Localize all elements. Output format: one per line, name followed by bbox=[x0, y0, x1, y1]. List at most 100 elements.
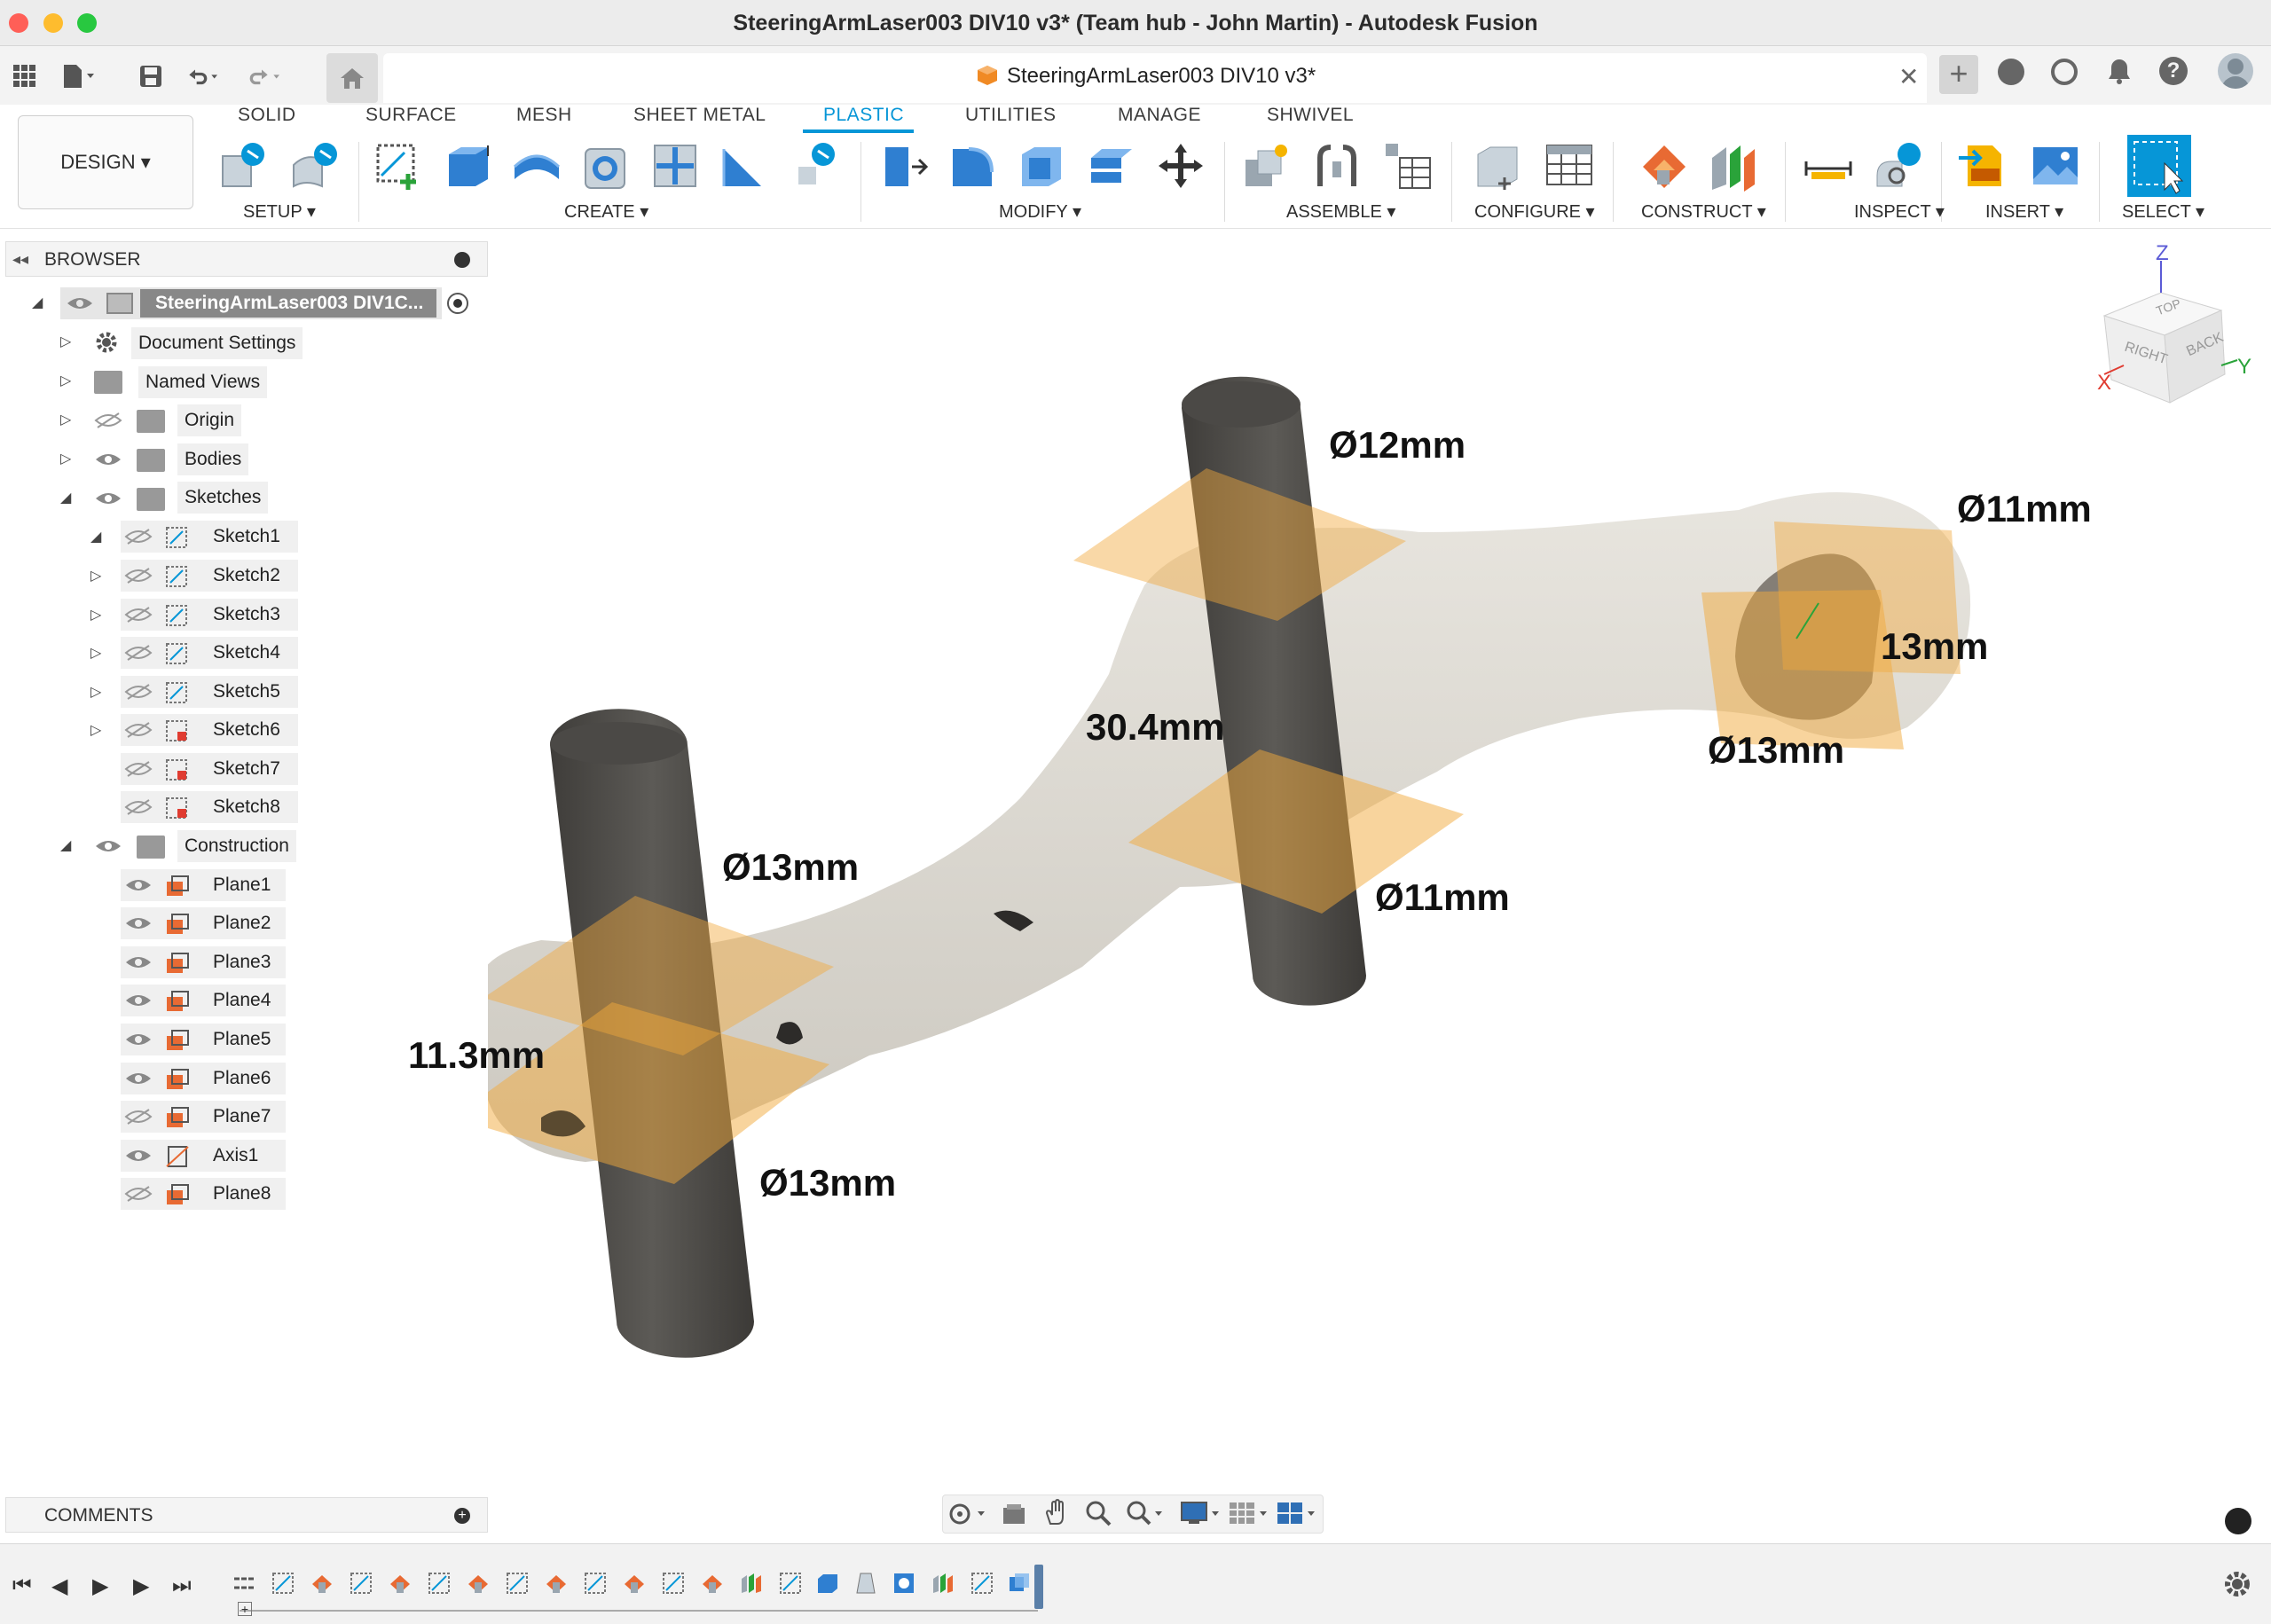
browser-item-document-settings[interactable]: Document Settings bbox=[131, 327, 303, 359]
display-settings-icon[interactable] bbox=[1180, 1499, 1224, 1527]
canvas-image-icon[interactable] bbox=[2030, 140, 2081, 192]
expand-triangle-icon[interactable]: ▷ bbox=[60, 333, 78, 351]
rule-setup-icon[interactable] bbox=[288, 140, 340, 192]
browser-item-plane4[interactable]: Plane4 bbox=[121, 985, 286, 1016]
timeline-midplane-icon[interactable] bbox=[740, 1572, 763, 1595]
timeline-plane-icon[interactable] bbox=[701, 1572, 724, 1595]
go-to-start-icon[interactable]: ⏮ bbox=[12, 1573, 32, 1598]
dimension-label[interactable]: Ø13mm bbox=[722, 846, 859, 889]
group-select[interactable]: SELECT ▾ bbox=[2122, 200, 2204, 223]
timeline-feature-icon[interactable] bbox=[232, 1572, 255, 1595]
close-tab-icon[interactable]: ✕ bbox=[1898, 62, 1919, 91]
zoom-window-icon[interactable] bbox=[1125, 1499, 1167, 1527]
eye-visible-icon[interactable] bbox=[124, 1147, 153, 1165]
expand-triangle-icon[interactable]: ▷ bbox=[60, 451, 78, 468]
tab-plastic[interactable]: PLASTIC bbox=[823, 105, 904, 126]
timeline-plane-icon[interactable] bbox=[467, 1572, 490, 1595]
timeline-midplane-icon[interactable] bbox=[931, 1572, 955, 1595]
combine-icon[interactable] bbox=[1086, 140, 1137, 192]
browser-item-plane2[interactable]: Plane2 bbox=[121, 907, 286, 939]
expand-triangle-icon[interactable]: ▷ bbox=[90, 607, 108, 624]
dimension-label[interactable]: 11.3mm bbox=[408, 1034, 545, 1077]
tab-solid[interactable]: SOLID bbox=[238, 105, 296, 126]
bom-table-icon[interactable] bbox=[1382, 140, 1434, 192]
browser-item-plane1[interactable]: Plane1 bbox=[121, 869, 286, 901]
eye-hidden-icon[interactable] bbox=[124, 683, 153, 701]
timeline-sketch-icon[interactable] bbox=[662, 1572, 685, 1595]
rib-icon[interactable] bbox=[717, 140, 768, 192]
browser-item-plane5[interactable]: Plane5 bbox=[121, 1024, 286, 1055]
eye-visible-icon[interactable] bbox=[124, 992, 153, 1009]
history-icon[interactable] bbox=[2051, 59, 2078, 85]
eye-visible-icon[interactable] bbox=[94, 451, 122, 468]
eye-hidden-icon[interactable] bbox=[124, 567, 153, 584]
browser-item-named-views[interactable]: Named Views bbox=[138, 366, 268, 398]
expand-triangle-icon[interactable]: ▷ bbox=[90, 684, 108, 702]
group-configure[interactable]: CONFIGURE ▾ bbox=[1474, 200, 1595, 223]
timeline-sketch-icon[interactable] bbox=[970, 1572, 994, 1595]
eye-hidden-icon[interactable] bbox=[124, 721, 153, 739]
collapse-triangle-icon[interactable]: ◢ bbox=[90, 529, 108, 546]
eye-hidden-icon[interactable] bbox=[124, 1185, 153, 1203]
tab-sheet-metal[interactable]: SHEET METAL bbox=[633, 105, 766, 126]
activate-radio-icon[interactable] bbox=[447, 293, 468, 314]
eye-visible-icon[interactable] bbox=[124, 914, 153, 932]
group-construct[interactable]: CONSTRUCT ▾ bbox=[1641, 200, 1766, 223]
extrude-icon[interactable] bbox=[444, 140, 495, 192]
browser-item-sketch3[interactable]: Sketch3 bbox=[121, 599, 298, 631]
timeline-plane-icon[interactable] bbox=[310, 1572, 334, 1595]
timeline-combine-icon[interactable] bbox=[1008, 1572, 1031, 1595]
eye-visible-icon[interactable] bbox=[94, 490, 122, 507]
dimension-label[interactable]: Ø11mm bbox=[1957, 488, 2092, 530]
eye-visible-icon[interactable] bbox=[124, 1031, 153, 1048]
eye-hidden-icon[interactable] bbox=[124, 760, 153, 778]
timeline-plane-icon[interactable] bbox=[389, 1572, 412, 1595]
timeline-sketch-icon[interactable] bbox=[271, 1572, 295, 1595]
group-modify[interactable]: MODIFY ▾ bbox=[999, 200, 1081, 223]
eye-hidden-icon[interactable] bbox=[124, 528, 153, 545]
save-icon[interactable] bbox=[133, 59, 169, 94]
eye-visible-icon[interactable] bbox=[66, 294, 94, 312]
midplane-icon[interactable] bbox=[1707, 140, 1758, 192]
step-back-icon[interactable]: ◀ bbox=[51, 1573, 67, 1599]
go-to-end-icon[interactable]: ⏭ bbox=[172, 1573, 192, 1598]
timeline-plane-icon[interactable] bbox=[623, 1572, 646, 1595]
viewcube[interactable]: Z X Y TOP RIGHT BACK bbox=[2097, 241, 2257, 419]
redo-icon[interactable] bbox=[248, 59, 284, 94]
boss-icon[interactable] bbox=[790, 140, 841, 192]
orbit-icon[interactable] bbox=[947, 1501, 990, 1527]
step-forward-icon[interactable]: ▶ bbox=[133, 1573, 149, 1599]
browser-item-axis1[interactable]: Axis1 bbox=[121, 1140, 286, 1172]
eye-visible-icon[interactable] bbox=[124, 876, 153, 894]
play-icon[interactable]: ▶ bbox=[92, 1573, 108, 1599]
expand-triangle-icon[interactable]: ▷ bbox=[60, 412, 78, 429]
eye-hidden-icon[interactable] bbox=[124, 606, 153, 624]
undo-icon[interactable] bbox=[186, 59, 222, 94]
browser-item-sketch7[interactable]: Sketch7 bbox=[121, 753, 298, 785]
timeline-mesh-icon[interactable] bbox=[855, 1572, 878, 1595]
workspace-switcher[interactable]: DESIGN ▾ bbox=[18, 115, 193, 209]
timeline-sketch-icon[interactable] bbox=[506, 1572, 529, 1595]
browser-item-plane8[interactable]: Plane8 bbox=[121, 1178, 286, 1210]
timeline-shell-icon[interactable] bbox=[892, 1572, 915, 1595]
user-avatar[interactable] bbox=[2218, 53, 2253, 89]
timeline-plane-icon[interactable] bbox=[545, 1572, 568, 1595]
timeline-marker[interactable] bbox=[1034, 1565, 1043, 1609]
offset-plane-icon[interactable] bbox=[1638, 140, 1689, 192]
collapse-triangle-icon[interactable]: ◢ bbox=[60, 490, 78, 507]
browser-item-plane3[interactable]: Plane3 bbox=[121, 946, 286, 978]
pan-hand-icon[interactable] bbox=[1041, 1499, 1070, 1527]
timeline-extrude-icon[interactable] bbox=[816, 1572, 839, 1595]
timeline-sketch-icon[interactable] bbox=[350, 1572, 373, 1595]
sweep-icon[interactable] bbox=[511, 140, 562, 192]
timeline-settings-gear-icon[interactable] bbox=[2223, 1570, 2251, 1603]
browser-item-plane6[interactable]: Plane6 bbox=[121, 1063, 286, 1094]
tab-mesh[interactable]: MESH bbox=[516, 105, 572, 126]
notifications-bell-icon[interactable] bbox=[2106, 57, 2133, 90]
file-menu-icon[interactable] bbox=[60, 59, 96, 94]
eye-visible-icon[interactable] bbox=[124, 953, 153, 971]
joint-icon[interactable] bbox=[1311, 140, 1363, 192]
eye-hidden-icon[interactable] bbox=[94, 412, 122, 429]
expand-triangle-icon[interactable]: ▷ bbox=[90, 722, 108, 740]
browser-item-sketch8[interactable]: Sketch8 bbox=[121, 791, 298, 823]
